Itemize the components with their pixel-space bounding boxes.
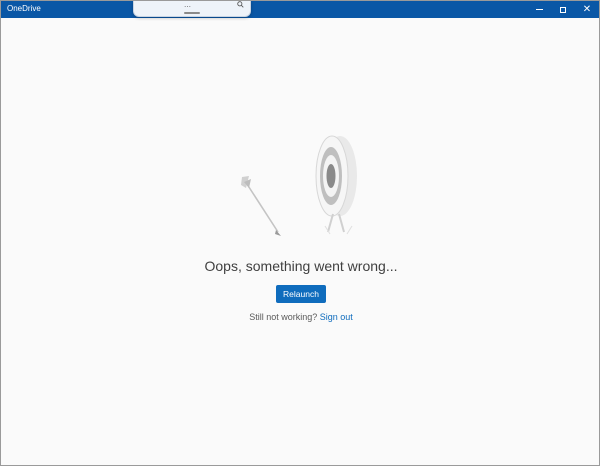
relaunch-button[interactable]: Relaunch [276, 285, 326, 303]
help-prefix: Still not working? [249, 312, 318, 322]
target-graphic [315, 135, 357, 235]
onedrive-window: OneDrive ✕ … Oops, something went wrong.… [0, 0, 600, 466]
app-title: OneDrive [7, 4, 41, 13]
window-controls: ✕ [527, 1, 599, 18]
drag-handle[interactable] [184, 12, 200, 14]
close-button[interactable]: ✕ [575, 1, 599, 18]
close-icon: ✕ [582, 3, 592, 15]
help-text: Still not working? Sign out [1, 311, 599, 323]
target-arrow-illustration [241, 135, 357, 236]
arrow-graphic [241, 176, 281, 236]
title-bar[interactable]: OneDrive ✕ [1, 1, 599, 18]
search-icon[interactable] [237, 1, 244, 8]
maximize-icon [560, 6, 566, 13]
sign-out-link[interactable]: Sign out [320, 312, 353, 322]
minimize-icon [535, 9, 543, 10]
error-title: Oops, something went wrong... [204, 258, 398, 274]
minimize-button[interactable] [527, 1, 551, 18]
maximize-button[interactable] [551, 1, 575, 18]
floating-search-text: … [184, 1, 191, 9]
floating-search-bar[interactable]: … [133, 1, 251, 17]
